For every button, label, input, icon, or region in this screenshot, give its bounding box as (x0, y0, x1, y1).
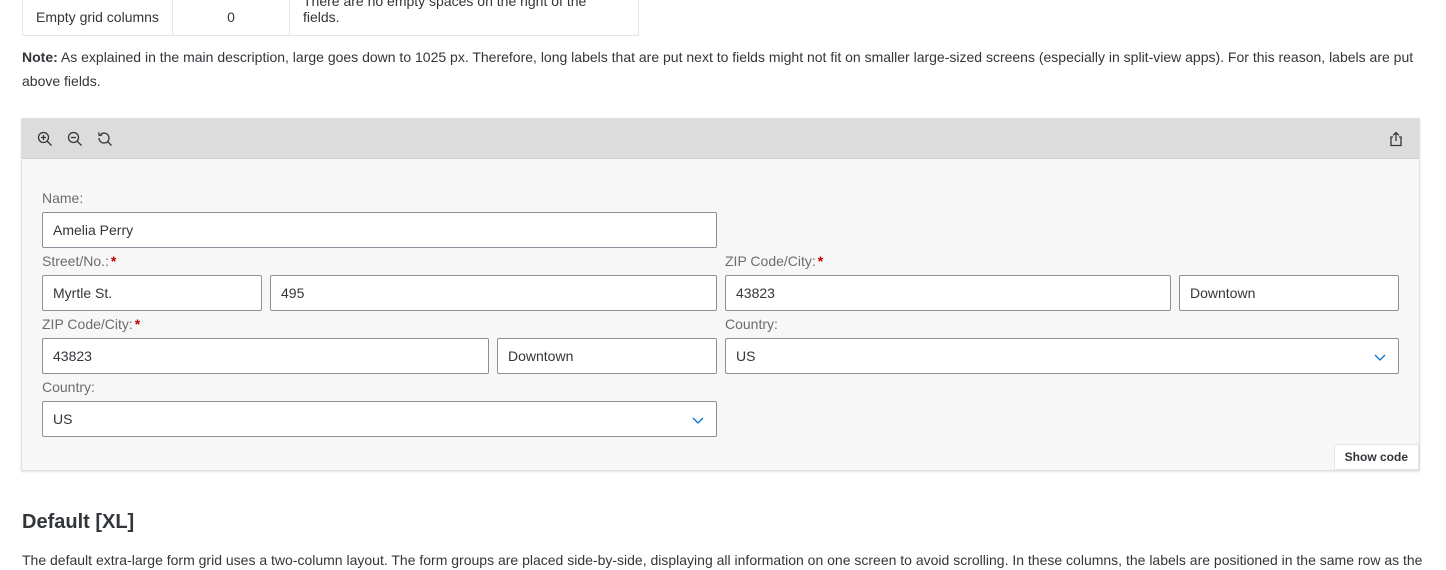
country-label-right: Country: (725, 316, 778, 332)
zip-field-left[interactable]: 43823 (42, 338, 489, 374)
table-cell-description: There are no empty spaces on the right o… (289, 0, 639, 36)
city-field-left[interactable]: Downtown (497, 338, 717, 374)
zip-city-label-left: ZIP Code/City: * (42, 316, 141, 332)
country-select-left[interactable]: US (42, 401, 717, 437)
sample-toolbar (22, 119, 1419, 159)
zoom-out-icon[interactable] (67, 131, 83, 147)
street-field[interactable]: Myrtle St. (42, 275, 262, 311)
name-label: Name: (42, 190, 84, 206)
city-field-right[interactable]: Downtown (1179, 275, 1399, 311)
house-number-field[interactable]: 495 (270, 275, 717, 311)
table-cell-property: Empty grid columns (22, 0, 173, 36)
section-title: Default [XL] (22, 511, 135, 533)
country-select-right[interactable]: US (725, 338, 1399, 374)
properties-table: Empty grid columns 0 There are no empty … (22, 0, 639, 36)
name-field[interactable]: Amelia Perry (42, 212, 717, 248)
street-label: Street/No.: * (42, 253, 117, 269)
table-row: Empty grid columns 0 There are no empty … (22, 0, 639, 36)
required-indicator: * (817, 253, 824, 269)
chevron-down-icon (1374, 354, 1386, 361)
share-icon[interactable] (1388, 131, 1404, 147)
note-label: Note: (22, 49, 58, 65)
note-text: As explained in the main description, la… (22, 49, 1414, 89)
country-label-left: Country: (42, 379, 95, 395)
show-code-button[interactable]: Show code (1333, 444, 1419, 470)
section-description: The default extra-large form grid uses a… (22, 552, 1423, 568)
zip-field-right[interactable]: 43823 (725, 275, 1171, 311)
zoom-in-icon[interactable] (37, 131, 53, 147)
zip-city-label-right: ZIP Code/City: * (725, 253, 824, 269)
required-indicator: * (134, 316, 141, 332)
note-paragraph: Note: As explained in the main descripti… (22, 45, 1422, 93)
sample-panel: Name: Amelia Perry Street/No.: * Myrtle S… (21, 118, 1420, 471)
chevron-down-icon (692, 417, 704, 424)
reset-zoom-icon[interactable] (97, 131, 113, 147)
required-indicator: * (110, 253, 117, 269)
table-cell-value: 0 (172, 0, 290, 36)
